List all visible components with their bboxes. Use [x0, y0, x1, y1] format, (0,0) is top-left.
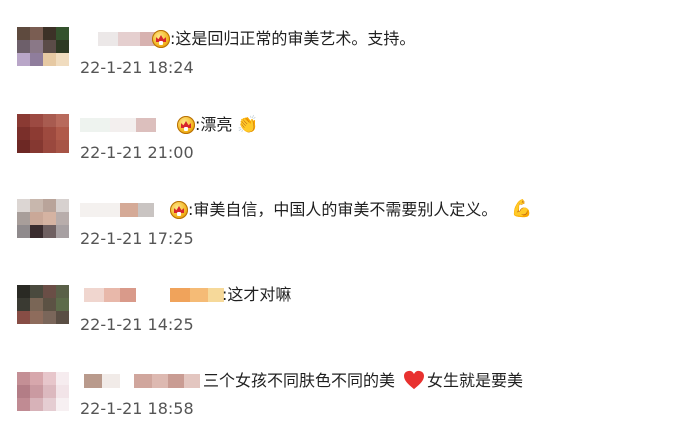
- comment-text-continued: 女生就是要美: [427, 371, 524, 390]
- crown-badge-icon: [177, 116, 195, 134]
- username[interactable]: [80, 370, 210, 392]
- username[interactable]: [80, 199, 180, 221]
- avatar[interactable]: [17, 372, 69, 412]
- flexed-biceps-icon: 💪: [511, 199, 533, 219]
- comment-text: :这才对嘛: [222, 285, 292, 304]
- comment-date: 22-1-21 17:25: [80, 229, 194, 248]
- avatar[interactable]: [17, 285, 69, 325]
- heart-icon: [404, 370, 424, 390]
- username[interactable]: [80, 114, 180, 136]
- crown-badge-icon: [170, 201, 188, 219]
- comment-date: 22-1-21 14:25: [80, 315, 194, 334]
- avatar[interactable]: [17, 199, 69, 239]
- comment-date: 22-1-21 18:58: [80, 399, 194, 418]
- comment-date: 22-1-21 21:00: [80, 143, 194, 162]
- username[interactable]: [80, 284, 230, 306]
- comment-text: :审美自信，中国人的审美不需要别人定义。: [188, 200, 498, 219]
- comment-item: 三个女孩不同肤色不同的美 女生就是要美 22-1-21 18:58: [0, 0, 686, 418]
- comment-text: 三个女孩不同肤色不同的美: [203, 371, 396, 390]
- comment-text: :漂亮: [195, 115, 233, 134]
- avatar[interactable]: [17, 114, 69, 154]
- clapping-hands-icon: 👏: [237, 115, 259, 135]
